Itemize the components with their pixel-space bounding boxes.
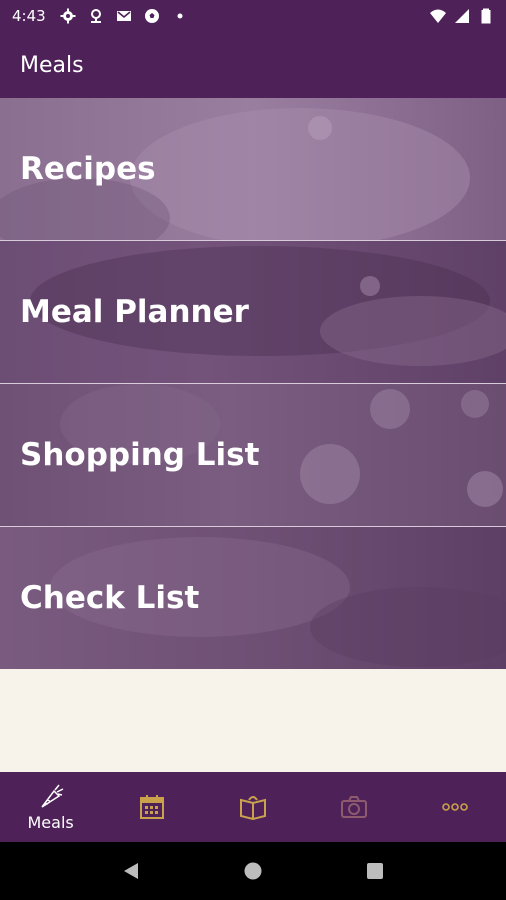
more-icon: [442, 803, 469, 811]
tab-camera[interactable]: [304, 772, 405, 842]
content-empty-area: [0, 670, 506, 772]
menu-item-label: Shopping List: [20, 437, 260, 473]
back-icon[interactable]: [121, 861, 141, 881]
status-system-icons: [430, 8, 494, 24]
menu-item-shopping-list[interactable]: Shopping List: [0, 384, 506, 526]
tab-more[interactable]: [405, 772, 506, 842]
bottom-nav: Meals: [0, 772, 506, 842]
menu-divider: [0, 526, 506, 527]
menu-divider: [0, 383, 506, 384]
tab-label: Meals: [27, 812, 74, 832]
carrot-icon: [40, 784, 63, 808]
settings-icon: [60, 8, 76, 24]
menu-item-label: Check List: [20, 580, 200, 616]
status-bar: 4:43: [0, 0, 506, 32]
status-notification-icons: [60, 8, 188, 24]
app-bar: Meals: [0, 32, 506, 98]
meals-menu: Recipes Meal Planner Shopping List Check…: [0, 98, 506, 670]
location-icon: [90, 9, 101, 23]
wifi-icon: [430, 9, 446, 23]
soccer-icon: [144, 9, 159, 23]
menu-item-check-list[interactable]: Check List: [0, 527, 506, 669]
page-title: Meals: [20, 52, 84, 78]
home-icon[interactable]: [243, 861, 263, 881]
system-nav-bar: [0, 842, 506, 900]
camera-icon: [341, 796, 368, 818]
tab-meals[interactable]: Meals: [0, 772, 101, 842]
menu-item-label: Meal Planner: [20, 294, 249, 330]
battery-icon: [481, 8, 491, 24]
menu-divider: [0, 240, 506, 241]
menu-item-label: Recipes: [20, 151, 156, 187]
status-time: 4:43: [12, 7, 46, 25]
menu-item-recipes[interactable]: Recipes: [0, 98, 506, 240]
menu-item-meal-planner[interactable]: Meal Planner: [0, 241, 506, 383]
mail-icon: [116, 11, 131, 21]
calendar-icon: [139, 795, 164, 819]
dot-icon: [177, 13, 183, 19]
tab-book[interactable]: [202, 772, 303, 842]
book-icon: [240, 796, 266, 820]
signal-icon: [455, 9, 469, 23]
recents-icon[interactable]: [365, 861, 385, 881]
tab-calendar[interactable]: [101, 772, 202, 842]
